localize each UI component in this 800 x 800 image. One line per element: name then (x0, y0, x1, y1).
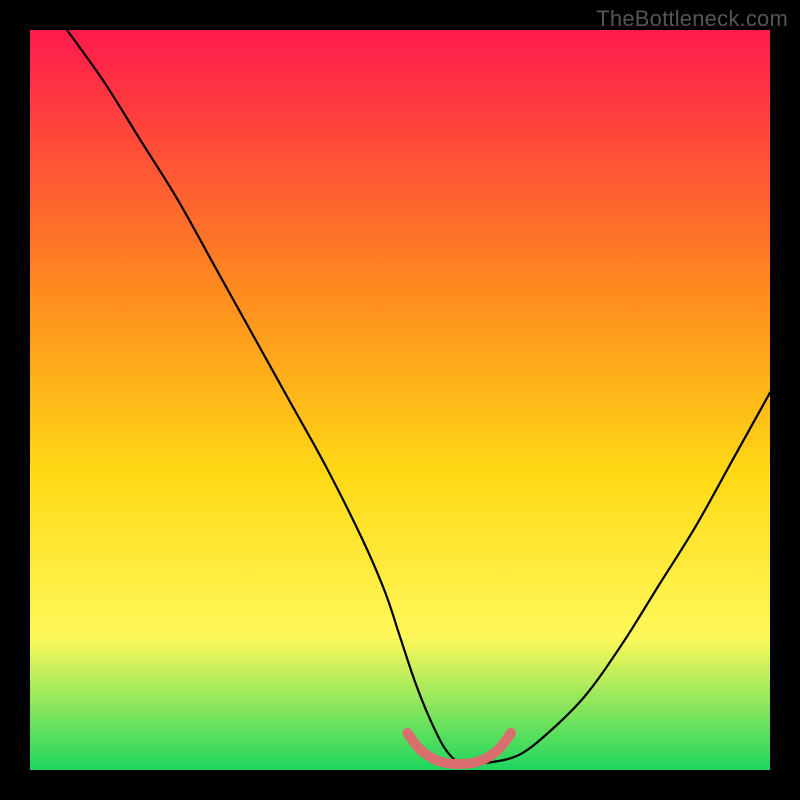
bottleneck-chart (30, 30, 770, 770)
chart-frame (30, 30, 770, 770)
watermark-text: TheBottleneck.com (596, 6, 788, 32)
